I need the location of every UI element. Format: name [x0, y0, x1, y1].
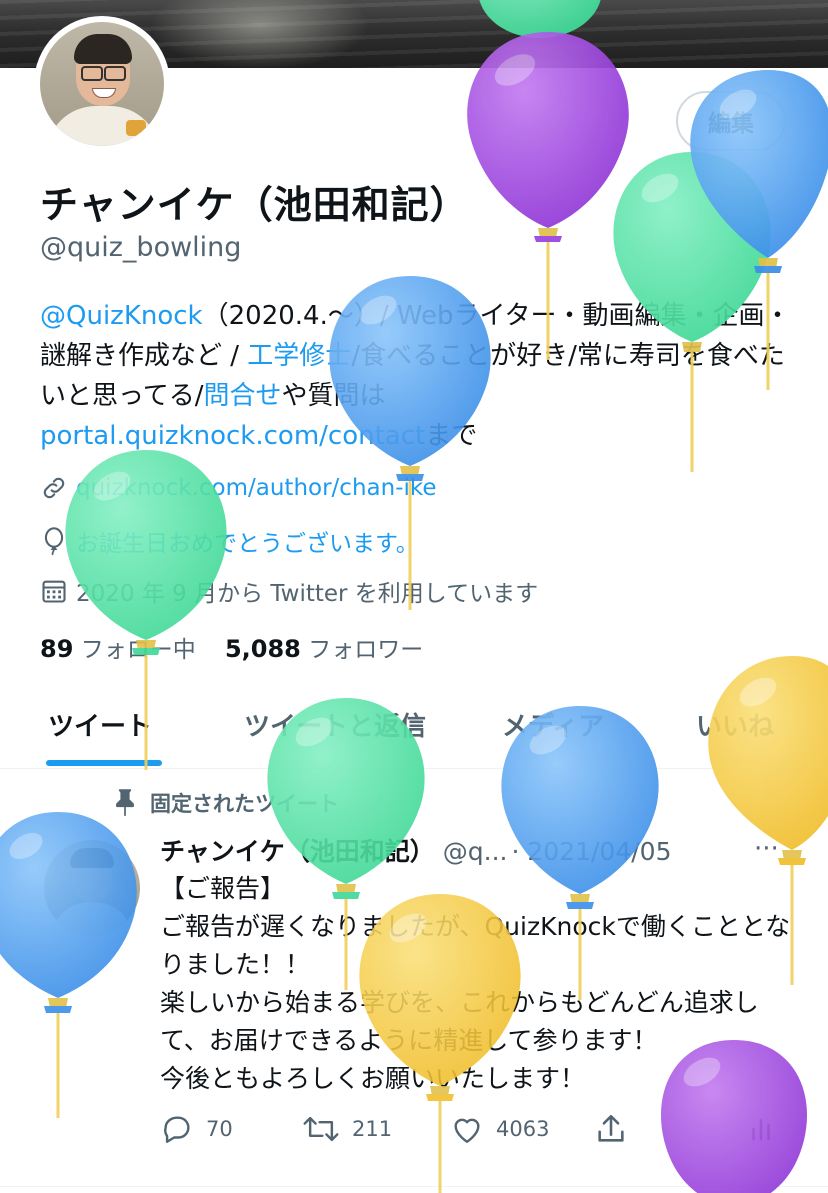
- reply-count: 70: [206, 1117, 233, 1141]
- bio-hashtag-link[interactable]: 工学修士: [247, 341, 351, 371]
- tweet-actions: 70 211 4063: [160, 1112, 800, 1152]
- like-icon: [454, 1118, 480, 1143]
- tweet-author-handle[interactable]: @q...: [443, 837, 508, 866]
- profile-name: チャンイケ（池田和記）: [40, 183, 469, 227]
- follow-stats: 89 フォロー中 5,088 フォロワー: [40, 630, 423, 664]
- tweet-more-button[interactable]: ···: [754, 834, 779, 864]
- edit-profile-button[interactable]: 編集: [676, 91, 786, 151]
- like-button[interactable]: 4063: [450, 1112, 549, 1146]
- retweet-button[interactable]: 211: [302, 1112, 392, 1146]
- bio-contact-link[interactable]: portal.quizknock.com/contact: [40, 421, 425, 451]
- tweet-divider: [0, 1186, 828, 1187]
- profile-tabs: ツイート ツイートと返信 メディア いいね: [0, 688, 828, 769]
- website-link[interactable]: quizknock.com/author/chan-ike: [76, 475, 437, 501]
- tab-media[interactable]: メディア: [502, 706, 604, 743]
- tab-tweets[interactable]: ツイート: [48, 706, 152, 743]
- avatar-photo: [40, 22, 164, 146]
- website-row: quizknock.com/author/chan-ike: [40, 474, 437, 502]
- bio-mention-link[interactable]: @QuizKnock: [40, 301, 203, 331]
- retweet-icon: [303, 1116, 339, 1142]
- pin-icon: [116, 789, 134, 816]
- following-link[interactable]: 89 フォロー中: [40, 635, 196, 663]
- like-count: 4063: [496, 1117, 550, 1141]
- followers-link[interactable]: 5,088 フォロワー: [225, 635, 423, 663]
- joined-text: 2020 年 9 月から Twitter を利用しています: [76, 581, 539, 607]
- birthday-text: お誕生日おめでとうございます。: [76, 531, 419, 557]
- profile-avatar[interactable]: [34, 16, 170, 152]
- balloon-icon: [44, 527, 64, 556]
- pinned-label: 固定されたツイート: [150, 792, 339, 816]
- tweet-author-name[interactable]: チャンイケ（池田和記）: [160, 837, 435, 866]
- link-icon: [43, 477, 65, 499]
- profile-bio: @QuizKnock（2020.4.〜）/ Webライター・動画編集・企画・謎解…: [40, 296, 800, 456]
- joined-row: 2020 年 9 月から Twitter を利用しています: [40, 574, 538, 608]
- tweet-header: チャンイケ（池田和記） @q... · 2021/04/05: [160, 832, 671, 868]
- bio-text: まで: [425, 421, 478, 451]
- share-icon: [598, 1114, 624, 1142]
- pinned-label-row: 固定されたツイート: [112, 788, 339, 818]
- tweet-author-avatar[interactable]: [44, 840, 140, 936]
- tab-tweets-replies[interactable]: ツイートと返信: [244, 706, 426, 743]
- calendar-icon: [42, 580, 66, 603]
- banner-light: [150, 0, 370, 68]
- reply-icon: [164, 1116, 190, 1143]
- reply-button[interactable]: 70: [160, 1112, 233, 1146]
- analytics-icon: [752, 1119, 770, 1141]
- share-button[interactable]: [594, 1112, 640, 1146]
- analytics-button[interactable]: [746, 1112, 788, 1146]
- profile-handle: @quiz_bowling: [40, 232, 242, 263]
- bio-text: や質問は: [281, 381, 386, 411]
- retweet-count: 211: [352, 1117, 393, 1141]
- tab-likes[interactable]: いいね: [696, 706, 774, 743]
- bio-hashtag-link[interactable]: 問合せ: [203, 381, 281, 411]
- tweet-date[interactable]: · 2021/04/05: [511, 837, 671, 866]
- tweet-text: 【ご報告】 ご報告が遅くなりましたが、QuizKnockで働くこととなりました！…: [160, 874, 791, 1093]
- birthday-row: お誕生日おめでとうございます。: [40, 524, 419, 558]
- active-tab-indicator: [46, 760, 162, 766]
